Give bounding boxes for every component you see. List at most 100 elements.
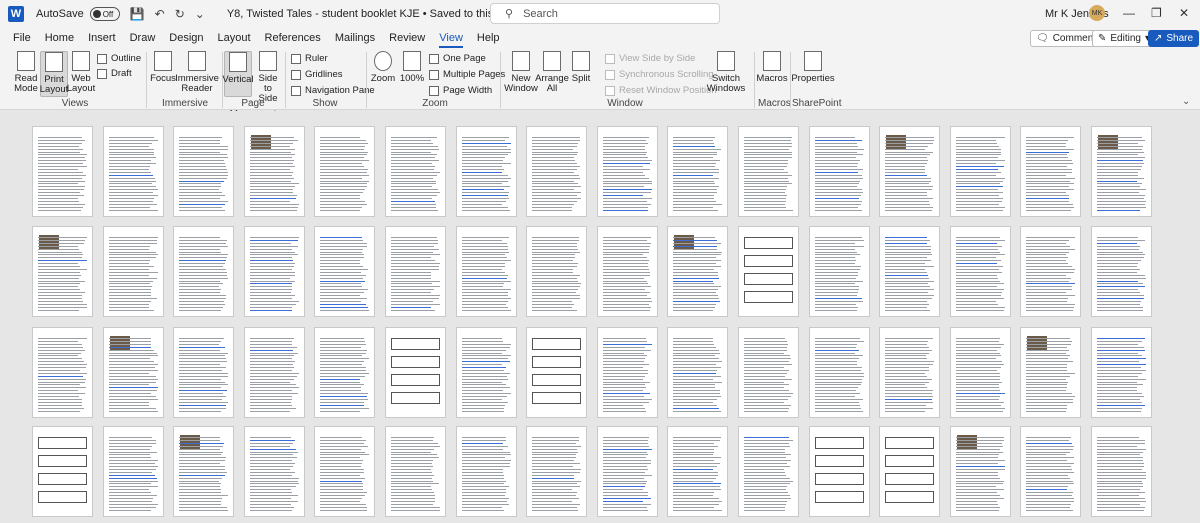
page-thumbnail[interactable] xyxy=(455,126,517,217)
tab-home[interactable]: Home xyxy=(45,28,74,48)
page-thumbnail[interactable] xyxy=(879,126,941,217)
multiple-pages-button[interactable]: Multiple Pages xyxy=(429,69,505,80)
page-thumbnail[interactable] xyxy=(808,426,870,517)
page-thumbnail[interactable] xyxy=(1091,126,1152,217)
page-width-button[interactable]: Page Width xyxy=(429,85,492,96)
draft-button[interactable]: Draft xyxy=(97,68,132,79)
page-thumbnail[interactable] xyxy=(738,426,799,517)
page-thumbnail[interactable] xyxy=(173,126,235,217)
word-app-icon[interactable]: W xyxy=(8,6,24,22)
new-window-button[interactable]: New Window xyxy=(504,51,538,94)
minimize-icon[interactable]: — xyxy=(1123,6,1135,20)
document-title[interactable]: Y8, Twisted Tales - student booklet KJE … xyxy=(227,8,512,20)
tab-mailings[interactable]: Mailings xyxy=(335,28,375,48)
tab-view[interactable]: View xyxy=(439,28,463,48)
avatar[interactable]: MK xyxy=(1089,5,1105,21)
page-thumbnail[interactable] xyxy=(949,426,1011,517)
page-thumbnail[interactable] xyxy=(243,327,305,418)
page-thumbnail[interactable] xyxy=(102,126,164,217)
tab-references[interactable]: References xyxy=(265,28,321,48)
zoom-100-button[interactable]: 100% xyxy=(400,51,424,84)
side-to-side-button[interactable]: Side to Side xyxy=(255,51,281,104)
page-thumbnail[interactable] xyxy=(526,426,588,517)
page-thumbnail[interactable] xyxy=(243,426,305,517)
properties-button[interactable]: Properties xyxy=(791,51,835,84)
redo-icon[interactable]: ↻ xyxy=(175,7,185,21)
vertical-button[interactable]: Vertical xyxy=(222,51,254,97)
immersive-reader-button[interactable]: Immersive Reader xyxy=(175,51,219,94)
page-thumbnail[interactable] xyxy=(314,226,376,317)
page-thumbnail[interactable] xyxy=(738,327,799,418)
page-thumbnail[interactable] xyxy=(667,327,729,418)
page-thumbnail[interactable] xyxy=(526,226,588,317)
page-thumbnail[interactable] xyxy=(455,426,517,517)
page-thumbnail[interactable] xyxy=(173,426,235,517)
editing-button[interactable]: ✎ Editing ▾ xyxy=(1092,30,1156,47)
page-thumbnail[interactable] xyxy=(526,126,588,217)
synchronous-scrolling-button[interactable]: Synchronous Scrolling xyxy=(605,69,714,80)
page-thumbnail[interactable] xyxy=(385,327,446,418)
page-thumbnail[interactable] xyxy=(385,226,446,317)
page-thumbnail[interactable] xyxy=(385,426,446,517)
page-thumbnail[interactable] xyxy=(32,426,93,517)
page-thumbnail[interactable] xyxy=(738,126,799,217)
page-thumbnail[interactable] xyxy=(667,426,729,517)
page-thumbnail[interactable] xyxy=(596,126,658,217)
tab-review[interactable]: Review xyxy=(389,28,425,48)
page-thumbnail[interactable] xyxy=(1020,226,1082,317)
switch-windows-button[interactable]: Switch Windows xyxy=(706,51,746,94)
customize-toolbar-icon[interactable]: ⌄ xyxy=(195,7,205,21)
page-thumbnail[interactable] xyxy=(808,226,870,317)
page-thumbnail[interactable] xyxy=(102,426,164,517)
page-thumbnail[interactable] xyxy=(949,327,1011,418)
page-thumbnail[interactable] xyxy=(32,126,93,217)
tab-layout[interactable]: Layout xyxy=(218,28,251,48)
undo-icon[interactable]: ↶ xyxy=(155,7,165,21)
print-layout-button[interactable]: Print Layout xyxy=(40,51,68,97)
page-thumbnail[interactable] xyxy=(596,226,658,317)
view-side-by-side-button[interactable]: View Side by Side xyxy=(605,53,695,64)
read-mode-button[interactable]: Read Mode xyxy=(13,51,39,94)
search-input[interactable]: ⚲ Search xyxy=(490,3,720,24)
page-thumbnail[interactable] xyxy=(102,327,164,418)
collapse-ribbon-icon[interactable]: ⌄ xyxy=(1182,96,1190,107)
reset-window-position-button[interactable]: Reset Window Position xyxy=(605,85,717,96)
navigation-pane-checkbox[interactable]: Navigation Pane xyxy=(291,85,375,96)
macros-button[interactable]: Macros xyxy=(756,51,788,84)
gridlines-checkbox[interactable]: Gridlines xyxy=(291,69,343,80)
page-thumbnail[interactable] xyxy=(1091,327,1152,418)
page-thumbnail[interactable] xyxy=(1020,126,1082,217)
page-thumbnail[interactable] xyxy=(667,226,729,317)
page-thumbnail[interactable] xyxy=(385,126,446,217)
page-thumbnail[interactable] xyxy=(32,226,93,317)
split-button[interactable]: Split xyxy=(570,51,592,84)
page-thumbnail[interactable] xyxy=(314,126,376,217)
ruler-checkbox[interactable]: Ruler xyxy=(291,53,328,64)
page-thumbnail[interactable] xyxy=(596,327,658,418)
page-thumbnail[interactable] xyxy=(243,126,305,217)
zoom-button[interactable]: Zoom xyxy=(371,51,395,84)
tab-file[interactable]: File xyxy=(13,28,31,48)
page-thumbnail[interactable] xyxy=(1091,426,1152,517)
page-thumbnail[interactable] xyxy=(808,327,870,418)
page-thumbnail[interactable] xyxy=(526,327,588,418)
page-thumbnail[interactable] xyxy=(173,226,235,317)
tab-design[interactable]: Design xyxy=(169,28,203,48)
arrange-all-button[interactable]: Arrange All xyxy=(535,51,569,94)
close-icon[interactable]: ✕ xyxy=(1179,6,1189,20)
autosave-toggle[interactable]: Off xyxy=(89,7,120,21)
page-thumbnail[interactable] xyxy=(32,327,93,418)
page-thumbnail[interactable] xyxy=(879,327,941,418)
page-thumbnail[interactable] xyxy=(949,226,1011,317)
page-thumbnail[interactable] xyxy=(1020,426,1082,517)
page-thumbnail[interactable] xyxy=(1091,226,1152,317)
page-thumbnail[interactable] xyxy=(314,327,376,418)
page-thumbnail[interactable] xyxy=(879,426,941,517)
outline-button[interactable]: Outline xyxy=(97,53,141,64)
page-thumbnail[interactable] xyxy=(808,126,870,217)
focus-button[interactable]: Focus xyxy=(150,51,176,84)
tab-help[interactable]: Help xyxy=(477,28,500,48)
page-thumbnail[interactable] xyxy=(949,126,1011,217)
web-layout-button[interactable]: Web Layout xyxy=(67,51,95,94)
tab-insert[interactable]: Insert xyxy=(88,28,116,48)
